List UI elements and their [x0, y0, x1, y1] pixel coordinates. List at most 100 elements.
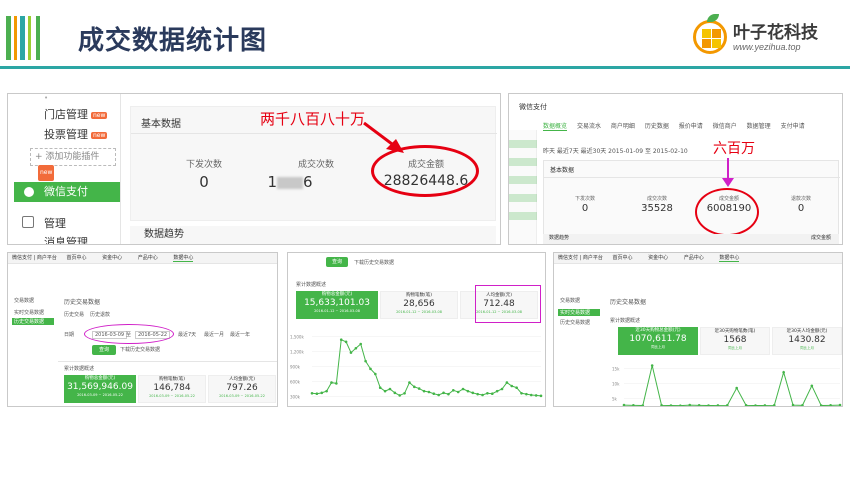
nav-home[interactable]: 首页中心 [613, 255, 633, 261]
data-point [529, 393, 533, 397]
data-point [466, 389, 470, 393]
data-point [838, 403, 842, 406]
stat-label: 下发次数 [185, 160, 222, 170]
nav-funds[interactable]: 资金中心 [102, 255, 122, 261]
stat-value: 35528 [641, 203, 673, 214]
data-point [716, 404, 720, 406]
sidebar-item-manage[interactable]: 管理 [44, 215, 66, 231]
y-tick-label: 10k [612, 382, 620, 387]
nav-data[interactable]: 数据中心 [173, 255, 194, 262]
blurred-region [277, 176, 303, 189]
side-item-history[interactable]: 历史交易数据 [560, 319, 590, 326]
tab-history[interactable]: 历史数据 [645, 123, 669, 130]
nav-home[interactable]: 首页中心 [67, 255, 87, 261]
data-point [451, 388, 455, 392]
stat-value: 0 [797, 203, 805, 214]
data-point [697, 404, 701, 406]
side-item-history[interactable]: 历史交易数据 [12, 318, 54, 325]
data-point [383, 389, 387, 393]
query-button[interactable]: 查询 [326, 257, 348, 267]
window-title: 微信支付 [519, 103, 547, 111]
data-point [359, 342, 363, 346]
tab-history[interactable]: 历史交易 [64, 311, 84, 318]
slide-header: 成交数据统计图 叶子花科技 www.yezihua.top [0, 0, 850, 72]
logo-url: www.yezihua.top [733, 42, 801, 52]
stat-total-amount: 购物总金额(元) 15,633,101.03 2016-01-12 ~ 2016… [296, 291, 378, 319]
data-point [534, 394, 538, 397]
quick-month[interactable]: 最近一月 [204, 331, 224, 338]
annotation-amount: 六百万 [713, 141, 755, 157]
stat-label: 退款次数 [790, 196, 811, 202]
data-point [829, 404, 832, 406]
download-link[interactable]: 下载历史交易数据 [354, 259, 394, 266]
data-point [413, 385, 416, 389]
top-nav: 微信支付 | 商户平台 首页中心 资金中心 产品中心 数据中心 [8, 253, 277, 264]
data-point [481, 393, 484, 397]
side-item-realtime[interactable]: 实时交易数据 [14, 309, 44, 316]
data-point [422, 389, 426, 393]
data-point [335, 382, 338, 385]
sidebar-item-vote[interactable]: 投票管理 new [44, 126, 108, 142]
query-button[interactable]: 查询 [92, 345, 116, 355]
sidebar-item-message[interactable]: 消息管理 [44, 234, 88, 244]
quick-year[interactable]: 最近一年 [230, 331, 250, 338]
stat-total-amount: 近30天购物总金额(元) 1070,611.78 同比上月 [618, 327, 698, 355]
data-point [349, 351, 353, 354]
data-point [369, 367, 372, 371]
nav-funds[interactable]: 资金中心 [648, 255, 668, 261]
date-filter[interactable]: 昨天 最近7天 最近30天 2015-01-09 至 2015-02-10 [543, 146, 688, 155]
tab-flow[interactable]: 交易流水 [577, 123, 601, 130]
y-tick-label: 300k [290, 395, 301, 400]
y-tick-label: 5k [612, 397, 618, 402]
screenshot-history-chart: 查询 下载历史交易数据 累计数据概述 购物总金额(元) 15,633,101.0… [287, 252, 546, 407]
logo-name: 叶子花科技 [733, 23, 818, 43]
data-point [782, 370, 785, 374]
data-point [408, 381, 411, 384]
tab-quote[interactable]: 报价申请 [679, 123, 703, 130]
trend-title: 数据趋势 [130, 226, 496, 244]
tab-pay-apply[interactable]: 支付申请 [781, 123, 805, 130]
nav-products[interactable]: 产品中心 [684, 255, 704, 261]
stat-avg-amount: 人均金额(元) 797.26 2016-03-09 ~ 2016-05-22 [208, 375, 276, 403]
data-point [810, 384, 814, 388]
data-point [447, 392, 450, 396]
tab-overview[interactable]: 数据概览 [543, 123, 568, 131]
data-point [650, 364, 654, 367]
tab-data-manage[interactable]: 数据管理 [747, 123, 771, 130]
tab-merchant[interactable]: 商户明细 [611, 123, 635, 130]
side-section: 交易数据 [14, 298, 35, 304]
line-chart: 1,500k 1,200k 900k 600k 300k [290, 335, 543, 400]
trend-bar: 数据趋势 成交金额 [543, 234, 839, 244]
stat-order-count: 购物笔数(笔) 28,656 2016-01-12 ~ 2016-03-08 [380, 291, 458, 319]
quick-7days[interactable]: 最近7天 [178, 331, 196, 338]
data-point [339, 338, 343, 342]
data-point [505, 381, 509, 384]
data-point [417, 387, 421, 390]
data-point [744, 404, 748, 406]
data-point [354, 346, 358, 350]
add-plugin-button[interactable]: + 添加功能插件new [30, 148, 116, 181]
tab-wechat-merchant[interactable]: 微信商户 [713, 123, 737, 130]
data-point [476, 392, 479, 396]
wechat-pay-icon [22, 185, 36, 199]
top-nav: 微信支付 | 商户平台 首页中心 资金中心 产品中心 数据中心 [554, 253, 842, 264]
data-point [622, 403, 626, 406]
screenshot-wechat-pay-basic-data: • 门店管理 new 投票管理 new + 添加功能插件new 微信支付 管理 消息… [7, 93, 501, 245]
nav-products[interactable]: 产品中心 [138, 255, 158, 261]
section-title: 基本数据 [141, 119, 181, 130]
sidebar-item-store[interactable]: 门店管理 new [44, 106, 108, 122]
data-point [772, 404, 776, 406]
series-line [623, 365, 841, 406]
data-point [437, 393, 440, 397]
data-point [495, 389, 499, 393]
download-link[interactable]: 下载历史交易数据 [120, 346, 160, 353]
basic-data-panel: 基本数据 下发次数 0 成交次数 35528 成交金额 6008190 退款次数… [543, 160, 840, 236]
stat-order-count: 购物笔数(笔) 146,784 2016-03-09 ~ 2016-05-22 [138, 375, 206, 403]
tab-refund[interactable]: 历史退款 [90, 311, 110, 318]
data-point [500, 387, 504, 391]
data-point [660, 404, 663, 406]
side-item-realtime[interactable]: 实时交易数据 [558, 309, 600, 316]
arrow-down-icon [722, 158, 734, 187]
stat-order-count: 近30天购物笔数(笔) 1568 同比上月 [700, 327, 770, 355]
nav-data[interactable]: 数据中心 [719, 255, 740, 262]
